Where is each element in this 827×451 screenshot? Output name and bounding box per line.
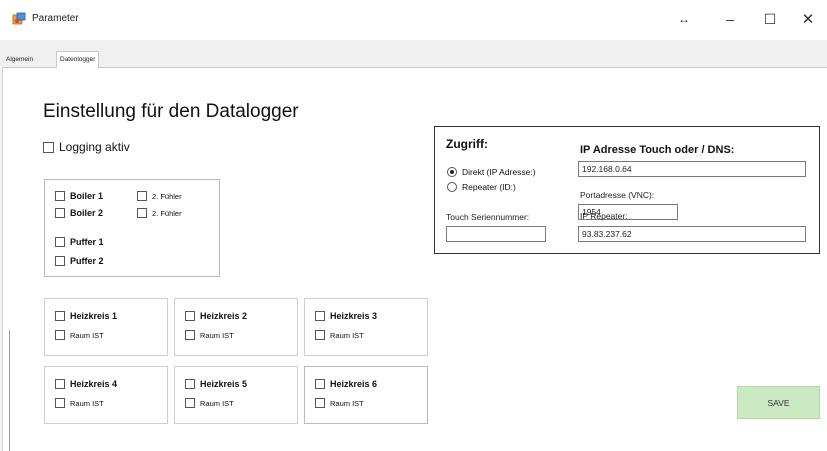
checkbox-box[interactable]: [55, 398, 65, 408]
room-actual-label: Raum IST: [70, 330, 104, 340]
tab-datalogger[interactable]: Datenlogger: [56, 51, 100, 68]
radio-dot[interactable]: [447, 182, 457, 192]
boiler1-checkbox[interactable]: Boiler 1: [55, 191, 103, 201]
heating-circuit-2-checkbox[interactable]: Heizkreis 2: [185, 311, 247, 321]
checkbox-box[interactable]: [55, 330, 65, 340]
puffer1-checkbox[interactable]: Puffer 1: [55, 237, 104, 247]
divider: [9, 330, 10, 451]
serial-number-label: Touch Seriennummer:: [446, 212, 530, 222]
ip-address-label: IP Adresse Touch oder / DNS:: [580, 144, 735, 156]
checkbox-box[interactable]: [43, 141, 54, 153]
boiler1-sensor2-label: 2. Fühler: [152, 191, 182, 201]
room-actual-label: Raum IST: [330, 330, 364, 340]
serial-number-input[interactable]: [446, 226, 546, 242]
room-actual-checkbox[interactable]: Raum IST: [185, 330, 234, 340]
close-button[interactable]: ✕: [790, 6, 826, 32]
boiler2-checkbox[interactable]: Boiler 2: [55, 208, 103, 218]
checkbox-box[interactable]: [55, 237, 65, 247]
heating-circuit-1-group: Heizkreis 1 Raum IST: [44, 298, 168, 356]
heating-circuit-label: Heizkreis 6: [330, 379, 378, 389]
heating-circuit-2-group: Heizkreis 2 Raum IST: [174, 298, 298, 356]
boiler2-label: Boiler 2: [70, 208, 104, 218]
ip-repeater-input[interactable]: 93.83.237.62: [578, 226, 806, 242]
heating-circuit-label: Heizkreis 1: [70, 311, 118, 321]
room-actual-label: Raum IST: [200, 398, 234, 408]
heating-circuit-6-checkbox[interactable]: Heizkreis 6: [315, 379, 377, 389]
checkbox-box[interactable]: [55, 379, 65, 389]
ip-address-input[interactable]: 192.168.0.64: [578, 161, 806, 177]
save-button[interactable]: SAVE: [737, 386, 820, 419]
heating-circuit-5-group: Heizkreis 5 Raum IST: [174, 366, 298, 424]
checkbox-box[interactable]: [315, 398, 325, 408]
room-actual-checkbox[interactable]: Raum IST: [55, 398, 104, 408]
boiler1-sensor2-checkbox[interactable]: 2. Fühler: [137, 191, 182, 201]
app-gear-icon: [12, 12, 26, 25]
checkbox-box[interactable]: [55, 208, 65, 218]
checkbox-box[interactable]: [185, 379, 195, 389]
title-bar: [0, 0, 827, 40]
access-title: Zugriff:: [446, 137, 488, 151]
puffer2-checkbox[interactable]: Puffer 2: [55, 256, 104, 266]
page-title: Einstellung für den Datalogger: [43, 101, 299, 122]
logging-active-label: Logging aktiv: [59, 140, 130, 154]
checkbox-box[interactable]: [137, 191, 147, 201]
checkbox-box[interactable]: [315, 379, 325, 389]
boiler2-sensor2-label: 2. Fühler: [152, 208, 182, 218]
heating-circuit-3-group: Heizkreis 3 Raum IST: [304, 298, 428, 356]
room-actual-checkbox[interactable]: Raum IST: [315, 330, 364, 340]
boiler2-sensor2-checkbox[interactable]: 2. Fühler: [137, 208, 182, 218]
tab-strip: [0, 40, 827, 66]
checkbox-box[interactable]: [315, 330, 325, 340]
checkbox-box[interactable]: [137, 208, 147, 218]
repeater-label: Repeater (ID:): [462, 182, 516, 192]
puffer2-label: Puffer 2: [70, 256, 104, 266]
room-actual-label: Raum IST: [200, 330, 234, 340]
ip-repeater-label: IP Repeater:: [580, 211, 628, 221]
checkbox-box[interactable]: [185, 311, 195, 321]
checkbox-box[interactable]: [55, 311, 65, 321]
heating-circuit-label: Heizkreis 4: [70, 379, 118, 389]
checkbox-box[interactable]: [315, 311, 325, 321]
heating-circuit-6-group: Heizkreis 6 Raum IST: [304, 366, 428, 424]
repeater-radio[interactable]: Repeater (ID:): [447, 182, 516, 192]
logging-active-checkbox[interactable]: Logging aktiv: [43, 140, 130, 154]
room-actual-checkbox[interactable]: Raum IST: [55, 330, 104, 340]
direct-ip-label: Direkt (IP Adresse:): [462, 167, 536, 177]
minimize-button[interactable]: –: [712, 6, 748, 32]
room-actual-checkbox[interactable]: Raum IST: [315, 398, 364, 408]
tab-general[interactable]: Algemein: [3, 52, 36, 68]
checkbox-box[interactable]: [185, 398, 195, 408]
heating-circuit-1-checkbox[interactable]: Heizkreis 1: [55, 311, 117, 321]
room-actual-label: Raum IST: [330, 398, 364, 408]
checkbox-box[interactable]: [185, 330, 195, 340]
heating-circuit-label: Heizkreis 5: [200, 379, 248, 389]
boiler1-label: Boiler 1: [70, 191, 104, 201]
heating-circuit-5-checkbox[interactable]: Heizkreis 5: [185, 379, 247, 389]
direct-ip-radio[interactable]: Direkt (IP Adresse:): [447, 167, 536, 177]
heating-circuit-4-checkbox[interactable]: Heizkreis 4: [55, 379, 117, 389]
resize-icon[interactable]: ↔: [666, 6, 702, 32]
checkbox-box[interactable]: [55, 191, 65, 201]
radio-dot[interactable]: [447, 167, 457, 177]
heating-circuit-4-group: Heizkreis 4 Raum IST: [44, 366, 168, 424]
room-actual-checkbox[interactable]: Raum IST: [185, 398, 234, 408]
puffer1-label: Puffer 1: [70, 237, 104, 247]
heating-circuit-label: Heizkreis 2: [200, 311, 248, 321]
room-actual-label: Raum IST: [70, 398, 104, 408]
heating-circuit-3-checkbox[interactable]: Heizkreis 3: [315, 311, 377, 321]
window-title: Parameter: [32, 13, 79, 24]
maximize-button[interactable]: ☐: [752, 6, 788, 32]
heating-circuit-label: Heizkreis 3: [330, 311, 378, 321]
checkbox-box[interactable]: [55, 256, 65, 266]
port-label: Portadresse (VNC):: [580, 190, 655, 200]
